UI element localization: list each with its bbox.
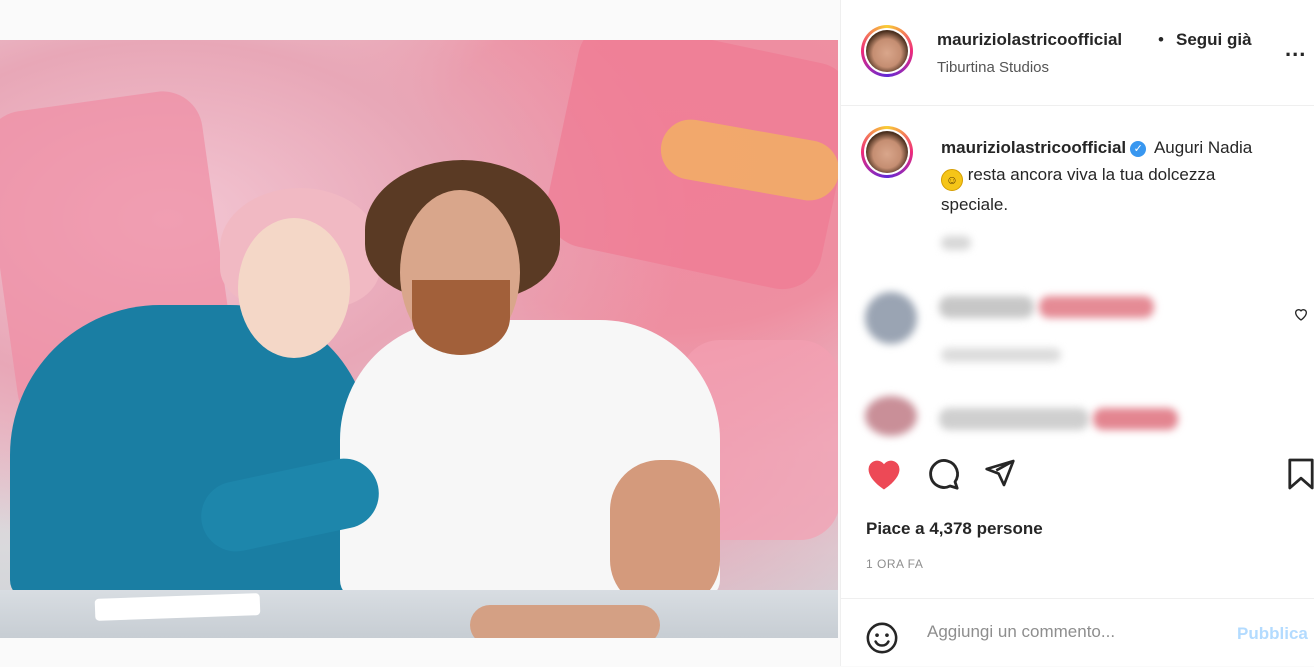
bookmark-icon[interactable] xyxy=(1287,457,1314,491)
comment2-username-blurred xyxy=(939,408,1089,430)
post-photo[interactable] xyxy=(0,40,838,638)
add-comment-bar: Pubblica xyxy=(841,598,1314,667)
comment-avatar-blurred xyxy=(865,292,917,344)
comment-text-blurred xyxy=(1039,296,1154,318)
man-beard xyxy=(412,280,510,355)
post-side-panel: mauriziolastricoofficial • Segui già Tib… xyxy=(840,0,1314,666)
author-avatar-image xyxy=(866,30,908,72)
caption-author-avatar[interactable] xyxy=(861,126,913,178)
caption-text-part2: resta ancora viva la tua dolcezza specia… xyxy=(941,165,1216,214)
hands xyxy=(470,605,660,638)
header-separator: • xyxy=(1158,30,1164,49)
more-options-icon[interactable]: ... xyxy=(1285,36,1306,62)
post-timestamp[interactable]: 1 ORA FA xyxy=(866,557,923,571)
likes-count[interactable]: Piace a 4,378 persone xyxy=(866,519,1043,539)
comment-username-blurred xyxy=(939,296,1034,318)
comment-input[interactable] xyxy=(925,621,1219,643)
man-arm xyxy=(610,460,720,610)
following-button[interactable]: Segui già xyxy=(1176,30,1252,50)
comment-icon[interactable] xyxy=(925,457,961,491)
author-username[interactable]: mauriziolastricoofficial xyxy=(937,30,1122,50)
caption-username[interactable]: mauriziolastricoofficial xyxy=(941,138,1126,157)
post-action-bar xyxy=(841,433,1314,490)
like-heart-icon[interactable] xyxy=(865,457,903,491)
caption-meta-blurred xyxy=(941,236,971,250)
verified-badge-icon: ✓ xyxy=(1130,141,1147,157)
post-media-pane xyxy=(0,0,840,666)
post-caption: mauriziolastricoofficial ✓ Auguri Nadia☺ … xyxy=(941,134,1271,218)
caption-text-part1: Auguri Nadia xyxy=(1153,138,1253,157)
post-header: mauriziolastricoofficial • Segui già Tib… xyxy=(841,0,1314,106)
share-icon[interactable] xyxy=(983,457,1017,489)
post-location[interactable]: Tiburtina Studios xyxy=(937,59,1049,76)
woman-face xyxy=(238,218,350,358)
emoji-picker-icon[interactable] xyxy=(865,621,899,655)
smile-emoji-icon: ☺ xyxy=(941,169,963,191)
caption-avatar-image xyxy=(866,131,908,173)
comment2-text-blurred xyxy=(1093,408,1178,430)
comment2-avatar-blurred xyxy=(865,396,917,436)
comment-meta-blurred xyxy=(941,348,1061,362)
publish-button[interactable]: Pubblica xyxy=(1237,624,1308,644)
comment-like-icon[interactable] xyxy=(1293,306,1309,322)
author-avatar[interactable] xyxy=(861,25,913,77)
